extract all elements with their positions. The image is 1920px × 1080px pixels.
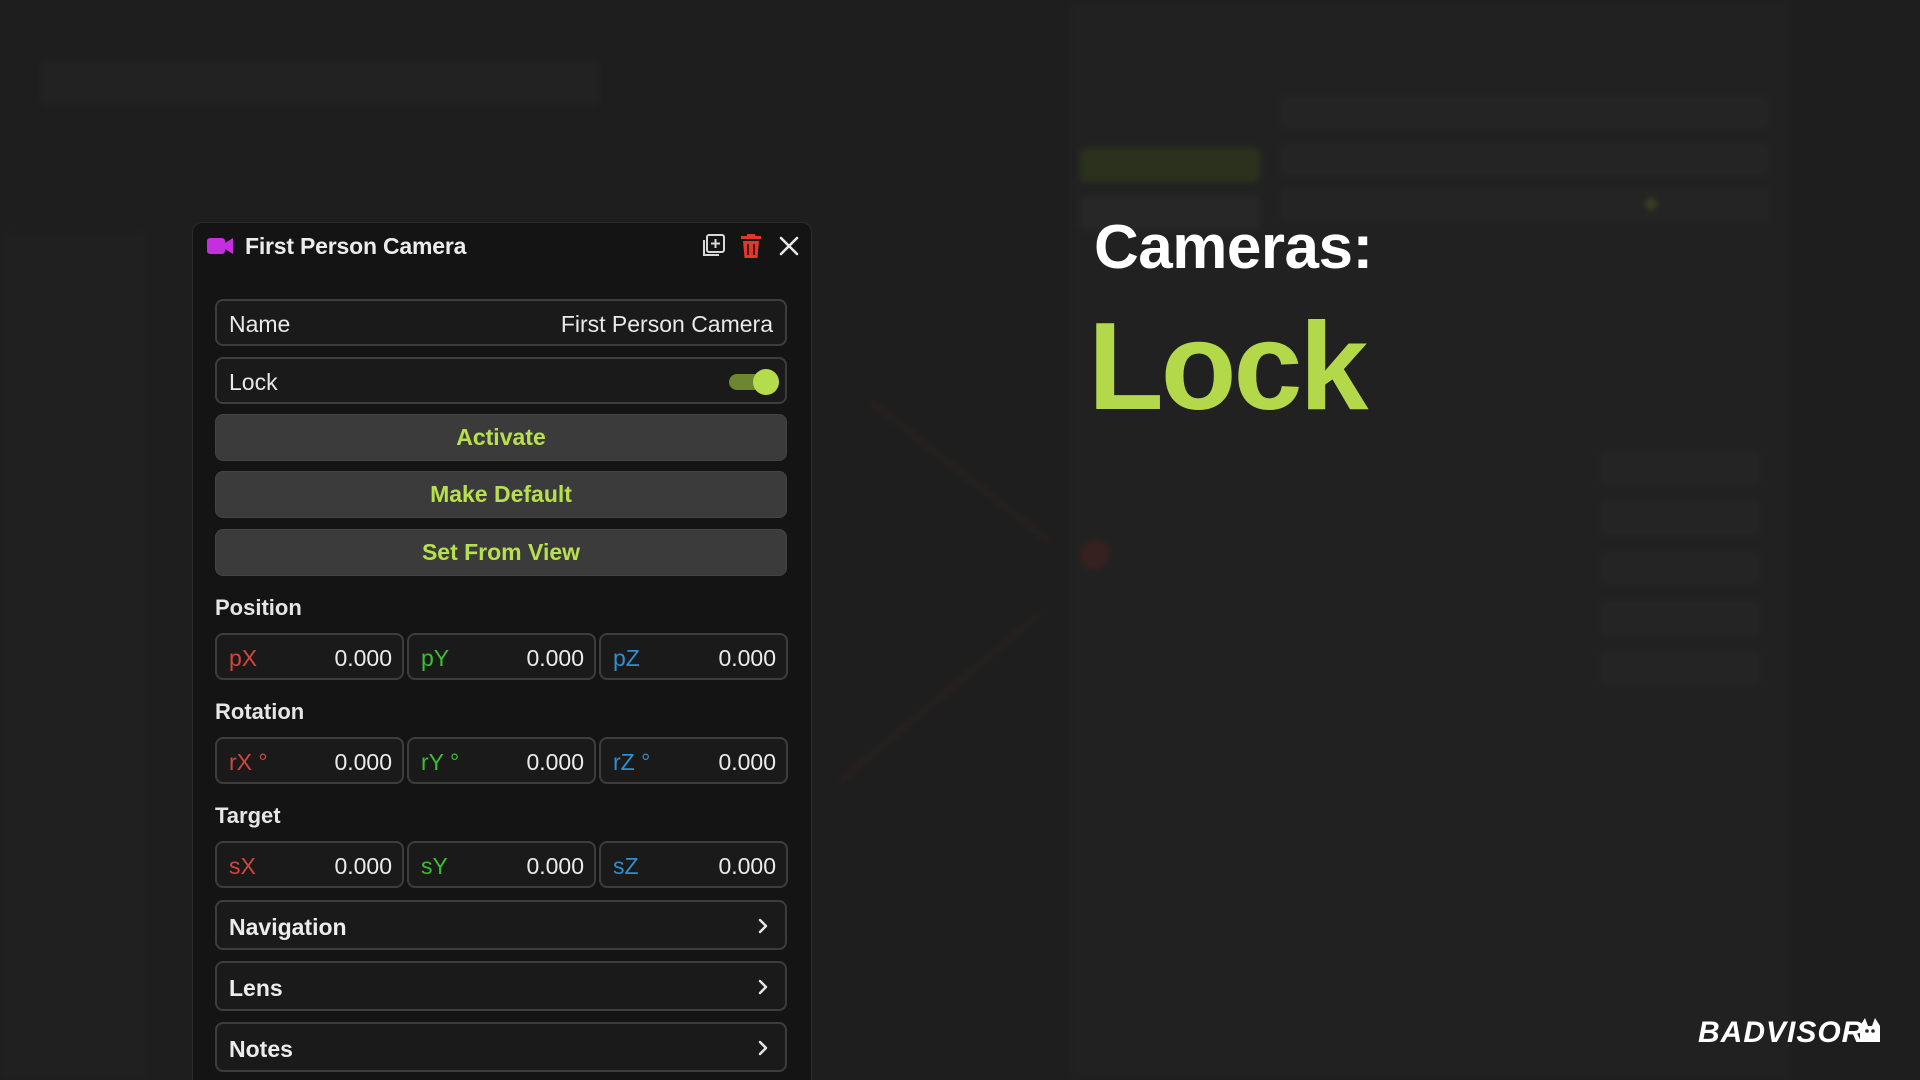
navigation-section[interactable]: Navigation <box>215 900 787 950</box>
camera-panel: First Person Camera Name First Person Ca… <box>192 222 812 1080</box>
lens-label: Lens <box>229 975 283 1001</box>
position-x-axis: pX <box>229 645 258 671</box>
rotation-x-field[interactable]: rX ° 0.000 <box>215 737 404 784</box>
rotation-z-axis: rZ ° <box>613 749 651 775</box>
position-x-field[interactable]: pX 0.000 <box>215 633 404 680</box>
chevron-right-icon <box>758 979 768 995</box>
lock-toggle[interactable] <box>729 369 779 395</box>
target-z-axis: sZ <box>613 853 639 879</box>
brand-mark-icon <box>1860 1018 1880 1042</box>
rotation-z-value[interactable]: 0.000 <box>718 749 776 776</box>
position-z-value[interactable]: 0.000 <box>718 645 776 672</box>
rotation-x-value[interactable]: 0.000 <box>334 749 392 776</box>
target-label: Target <box>215 803 281 828</box>
target-z-field[interactable]: sZ 0.000 <box>599 841 788 888</box>
position-z-field[interactable]: pZ 0.000 <box>599 633 788 680</box>
rotation-y-axis: rY ° <box>421 749 460 775</box>
lock-label: Lock <box>229 369 278 395</box>
notes-section[interactable]: Notes <box>215 1022 787 1072</box>
name-label: Name <box>229 311 291 337</box>
close-icon[interactable] <box>776 233 802 259</box>
brand-logo-text: BADVISOR <box>1698 1016 1865 1049</box>
make-default-button[interactable]: Make Default <box>215 471 787 518</box>
target-x-field[interactable]: sX 0.000 <box>215 841 404 888</box>
set-from-view-button[interactable]: Set From View <box>215 529 787 576</box>
trash-icon[interactable] <box>738 233 764 259</box>
position-label: Position <box>215 595 302 620</box>
rotation-y-value[interactable]: 0.000 <box>526 749 584 776</box>
chevron-right-icon <box>758 1040 768 1056</box>
lock-toggle-knob <box>753 369 779 395</box>
position-z-axis: pZ <box>613 645 640 671</box>
notes-label: Notes <box>229 1036 293 1062</box>
panel-header: First Person Camera <box>193 223 811 269</box>
target-x-value[interactable]: 0.000 <box>334 853 392 880</box>
camera-icon <box>207 238 233 254</box>
rotation-x-axis: rX ° <box>229 749 268 775</box>
lock-field: Lock <box>215 357 787 404</box>
chevron-right-icon <box>758 918 768 934</box>
name-field[interactable]: Name First Person Camera <box>215 299 787 346</box>
position-x-value[interactable]: 0.000 <box>334 645 392 672</box>
name-value[interactable]: First Person Camera <box>561 311 773 338</box>
target-y-field[interactable]: sY 0.000 <box>407 841 596 888</box>
rotation-y-field[interactable]: rY ° 0.000 <box>407 737 596 784</box>
lens-section[interactable]: Lens <box>215 961 787 1011</box>
rotation-z-field[interactable]: rZ ° 0.000 <box>599 737 788 784</box>
duplicate-icon[interactable] <box>700 233 726 259</box>
position-y-value[interactable]: 0.000 <box>526 645 584 672</box>
position-y-field[interactable]: pY 0.000 <box>407 633 596 680</box>
panel-title: First Person Camera <box>245 233 467 259</box>
target-z-value[interactable]: 0.000 <box>718 853 776 880</box>
rotation-label: Rotation <box>215 699 305 724</box>
target-y-value[interactable]: 0.000 <box>526 853 584 880</box>
headline-category: Cameras: <box>1094 213 1373 282</box>
position-y-axis: pY <box>421 645 450 671</box>
headline-feature: Lock <box>1088 298 1368 436</box>
activate-button[interactable]: Activate <box>215 414 787 461</box>
target-y-axis: sY <box>421 853 448 879</box>
target-x-axis: sX <box>229 853 256 879</box>
navigation-label: Navigation <box>229 914 347 940</box>
